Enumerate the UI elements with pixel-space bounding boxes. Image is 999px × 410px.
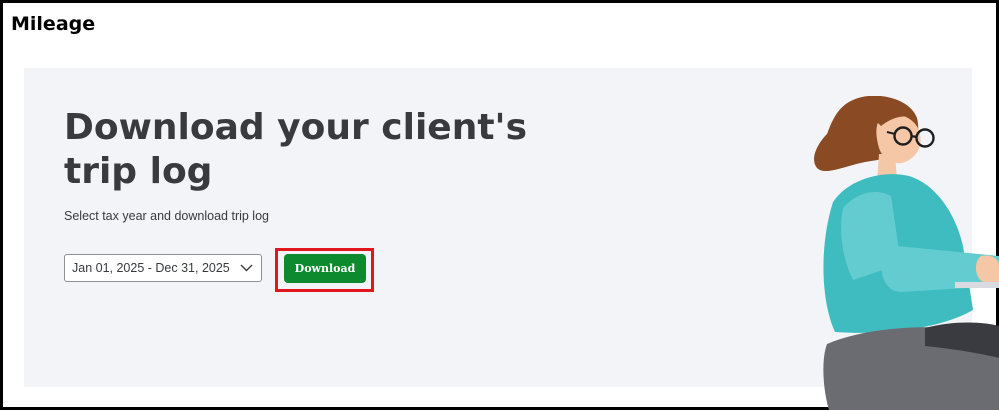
date-range-value: Jan 01, 2025 - Dec 31, 2025 <box>72 261 230 275</box>
chevron-down-icon <box>240 264 253 272</box>
card-heading: Download your client's trip log <box>64 107 528 192</box>
page-title: Mileage <box>11 13 96 35</box>
date-range-select[interactable]: Jan 01, 2025 - Dec 31, 2025 <box>64 254 262 282</box>
woman-at-laptop-illustration <box>814 96 999 410</box>
download-button[interactable]: Download <box>284 254 366 283</box>
card-subtitle: Select tax year and download trip log <box>64 209 269 223</box>
